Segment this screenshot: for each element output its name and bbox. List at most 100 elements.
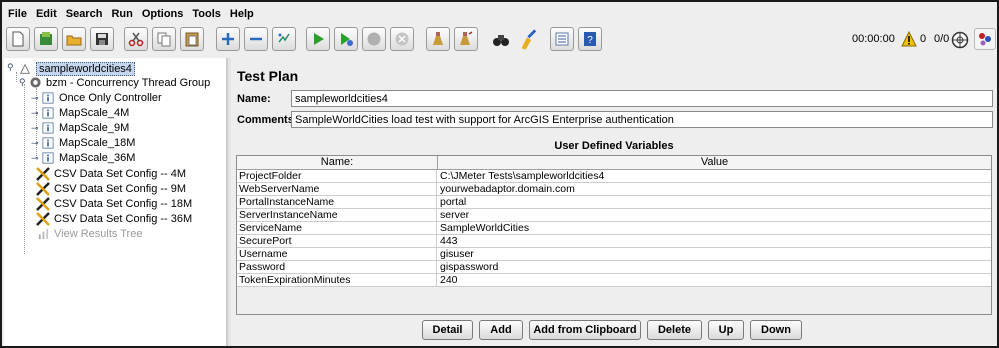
warning-icon[interactable] bbox=[901, 30, 917, 50]
start-no-pauses-icon[interactable] bbox=[334, 27, 358, 51]
search-icon[interactable] bbox=[490, 29, 512, 51]
variable-name-cell[interactable]: TokenExpirationMinutes bbox=[237, 274, 437, 286]
new-icon[interactable] bbox=[6, 27, 30, 51]
delete-button[interactable]: Delete bbox=[647, 320, 702, 340]
table-row[interactable]: WebServerName yourwebadaptor.domain.com bbox=[237, 183, 991, 196]
controller-icon bbox=[41, 151, 55, 165]
menu-run[interactable]: Run bbox=[107, 6, 137, 24]
variable-name-cell[interactable]: ServiceName bbox=[237, 222, 437, 234]
table-row[interactable]: TokenExpirationMinutes 240 bbox=[237, 274, 991, 287]
menu-help[interactable]: Help bbox=[226, 6, 259, 24]
menu-options[interactable]: Options bbox=[138, 6, 189, 24]
gear-icon bbox=[28, 76, 42, 90]
toggle-icon[interactable] bbox=[272, 27, 296, 51]
table-row[interactable]: Password gispassword bbox=[237, 261, 991, 274]
controller-icon bbox=[41, 106, 55, 120]
test-plan-icon bbox=[18, 62, 32, 76]
variable-value-cell[interactable]: server bbox=[438, 209, 991, 221]
collapse-thread-group-icon[interactable]: ⚲ bbox=[19, 77, 26, 88]
function-helper-icon[interactable] bbox=[550, 27, 574, 51]
variable-name-cell[interactable]: SecurePort bbox=[237, 235, 437, 247]
variables-table: Name: Value ProjectFolder C:\JMeter Tests… bbox=[236, 155, 992, 315]
help-icon[interactable]: ? bbox=[578, 27, 602, 51]
menu-edit[interactable]: Edit bbox=[32, 6, 62, 24]
start-icon[interactable] bbox=[306, 27, 330, 51]
comments-field[interactable]: SampleWorldCities load test with support… bbox=[291, 111, 993, 128]
tree-node-controller[interactable]: MapScale_9M bbox=[41, 120, 129, 135]
menu-file[interactable]: File bbox=[4, 6, 32, 24]
collapse-root-icon[interactable]: ⚲ bbox=[7, 62, 14, 73]
tree-node-controller[interactable]: Once Only Controller bbox=[41, 90, 162, 105]
variable-value-cell[interactable]: SampleWorldCities bbox=[438, 222, 991, 234]
tree-node-controller[interactable]: MapScale_18M bbox=[41, 135, 135, 150]
svg-text:?: ? bbox=[587, 35, 593, 46]
root-label: sampleworldcities4 bbox=[36, 61, 135, 76]
controller-label: Once Only Controller bbox=[59, 91, 162, 104]
variable-value-cell[interactable]: yourwebadaptor.domain.com bbox=[438, 183, 991, 195]
variable-name-cell[interactable]: WebServerName bbox=[237, 183, 437, 195]
test-plan-panel: Test Plan Name: sampleworldcities4 Comme… bbox=[233, 58, 997, 346]
variable-value-cell[interactable]: 443 bbox=[438, 235, 991, 247]
tree-node-controller[interactable]: MapScale_36M bbox=[41, 150, 135, 165]
copy-icon[interactable] bbox=[152, 27, 176, 51]
add-button[interactable]: Add bbox=[479, 320, 523, 340]
open-icon[interactable] bbox=[62, 27, 86, 51]
expand-icon[interactable] bbox=[216, 27, 240, 51]
collapse-icon[interactable] bbox=[244, 27, 268, 51]
variable-value-cell[interactable]: gispassword bbox=[438, 261, 991, 273]
column-value-header[interactable]: Value bbox=[438, 156, 991, 170]
table-row[interactable]: Username gisuser bbox=[237, 248, 991, 261]
listener-label: View Results Tree bbox=[54, 227, 143, 240]
clear-icon[interactable] bbox=[426, 27, 450, 51]
table-row[interactable]: ProjectFolder C:\JMeter Tests\sampleworld… bbox=[237, 170, 991, 183]
jmeter-window: File Edit Search Run Options Tools Help bbox=[0, 0, 999, 348]
variable-name-cell[interactable]: Password bbox=[237, 261, 437, 273]
variable-value-cell[interactable]: portal bbox=[438, 196, 991, 208]
detail-button[interactable]: Detail bbox=[422, 320, 473, 340]
tree-node-csv-config[interactable]: CSV Data Set Config -- 9M bbox=[36, 181, 186, 196]
table-row[interactable]: ServiceName SampleWorldCities bbox=[237, 222, 991, 235]
tree-node-csv-config[interactable]: CSV Data Set Config -- 18M bbox=[36, 196, 192, 211]
column-name-header[interactable]: Name: bbox=[237, 156, 438, 170]
add-from-clipboard-button[interactable]: Add from Clipboard bbox=[529, 320, 641, 340]
tree-node-root[interactable]: sampleworldcities4 bbox=[18, 61, 135, 76]
reset-search-icon[interactable] bbox=[516, 29, 538, 51]
variable-value-cell[interactable]: C:\JMeter Tests\sampleworldcities4 bbox=[438, 170, 991, 182]
clear-all-icon[interactable] bbox=[454, 27, 478, 51]
menu-tools[interactable]: Tools bbox=[188, 6, 226, 24]
panel-splitter[interactable] bbox=[227, 58, 231, 346]
variable-name-cell[interactable]: PortalInstanceName bbox=[237, 196, 437, 208]
variable-name-cell[interactable]: ServerInstanceName bbox=[237, 209, 437, 221]
controller-icon bbox=[41, 121, 55, 135]
test-plan-tree: ⚲ sampleworldcities4 ⚲ bzm - Concurrency… bbox=[4, 58, 227, 346]
menu-search[interactable]: Search bbox=[62, 6, 108, 24]
shutdown-icon[interactable] bbox=[390, 27, 414, 51]
thread-group-label: bzm - Concurrency Thread Group bbox=[46, 76, 211, 89]
tree-node-listener[interactable]: View Results Tree bbox=[36, 226, 142, 241]
table-row[interactable]: ServerInstanceName server bbox=[237, 209, 991, 222]
tree-node-csv-config[interactable]: CSV Data Set Config -- 36M bbox=[36, 211, 192, 226]
paste-icon[interactable] bbox=[180, 27, 204, 51]
tree-node-thread-group[interactable]: bzm - Concurrency Thread Group bbox=[28, 75, 210, 90]
save-icon[interactable] bbox=[90, 27, 114, 51]
up-button[interactable]: Up bbox=[708, 320, 744, 340]
wrench-icon bbox=[36, 181, 50, 196]
tree-node-controller[interactable]: MapScale_4M bbox=[41, 105, 129, 120]
variable-value-cell[interactable]: gisuser bbox=[438, 248, 991, 260]
table-row[interactable]: SecurePort 443 bbox=[237, 235, 991, 248]
variable-value-cell[interactable]: 240 bbox=[438, 274, 991, 286]
wrench-icon bbox=[36, 211, 50, 226]
name-field[interactable]: sampleworldcities4 bbox=[291, 90, 993, 107]
remote-globe-icon[interactable] bbox=[951, 31, 969, 52]
variable-name-cell[interactable]: ProjectFolder bbox=[237, 170, 437, 182]
table-row[interactable]: PortalInstanceName portal bbox=[237, 196, 991, 209]
name-label: Name: bbox=[237, 93, 271, 105]
tree-node-csv-config[interactable]: CSV Data Set Config -- 4M bbox=[36, 166, 186, 181]
stop-icon[interactable] bbox=[362, 27, 386, 51]
templates-icon[interactable] bbox=[34, 27, 58, 51]
down-button[interactable]: Down bbox=[750, 320, 802, 340]
button-bar: Detail Add Add from Clipboard Delete Up … bbox=[233, 320, 997, 342]
variable-name-cell[interactable]: Username bbox=[237, 248, 437, 260]
cut-icon[interactable] bbox=[124, 27, 148, 51]
csv-config-label: CSV Data Set Config -- 4M bbox=[54, 167, 187, 180]
